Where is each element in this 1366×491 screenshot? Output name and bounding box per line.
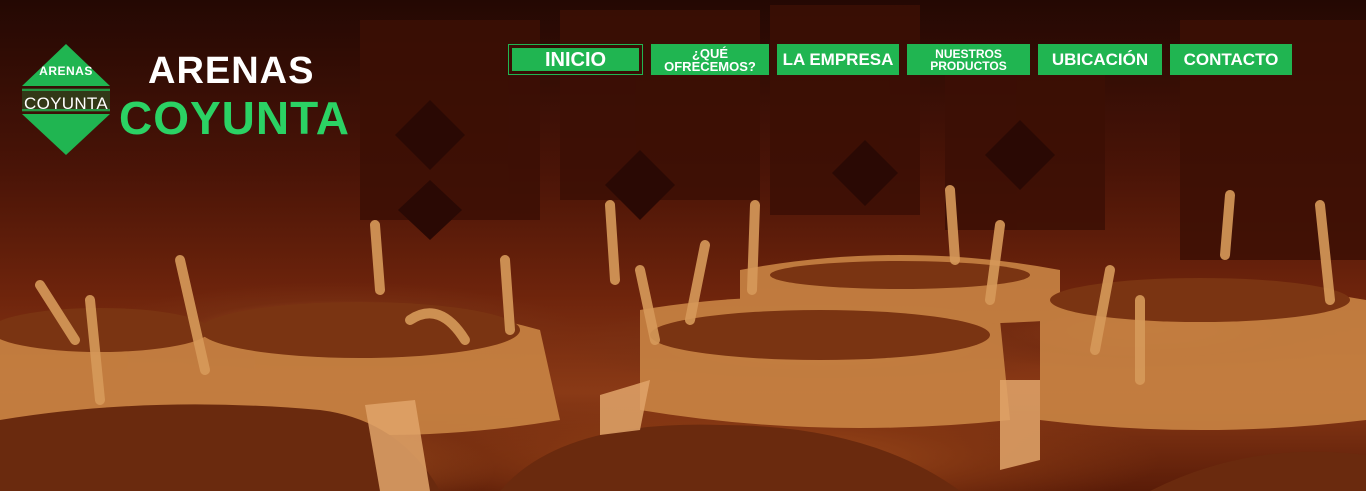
nav-item-que-ofrecemos[interactable]: ¿QUÉ OFRECEMOS? [651,44,769,75]
emblem-top-text: ARENAS [39,64,93,78]
brand-emblem: ARENAS COYUNTA [20,42,112,157]
nav-item-la-empresa[interactable]: LA EMPRESA [777,44,899,75]
brand-name-line2: COYUNTA [119,92,351,144]
emblem-bottom-text: COYUNTA [24,94,108,113]
nav-item-ubicacion[interactable]: UBICACIÓN [1038,44,1162,75]
nav-item-contacto[interactable]: CONTACTO [1170,44,1292,75]
brand-logo[interactable]: ARENAS COYUNTA ARENAS COYUNTA [20,42,350,157]
nav-item-nuestros-productos[interactable]: NUESTROS PRODUCTOS [907,44,1030,75]
brand-name-line1: ARENAS [148,50,315,92]
nav-item-inicio-label: INICIO [512,48,639,71]
nav-item-inicio[interactable]: INICIO [508,44,643,75]
main-nav: INICIO ¿QUÉ OFRECEMOS? LA EMPRESA NUESTR… [508,44,1312,75]
